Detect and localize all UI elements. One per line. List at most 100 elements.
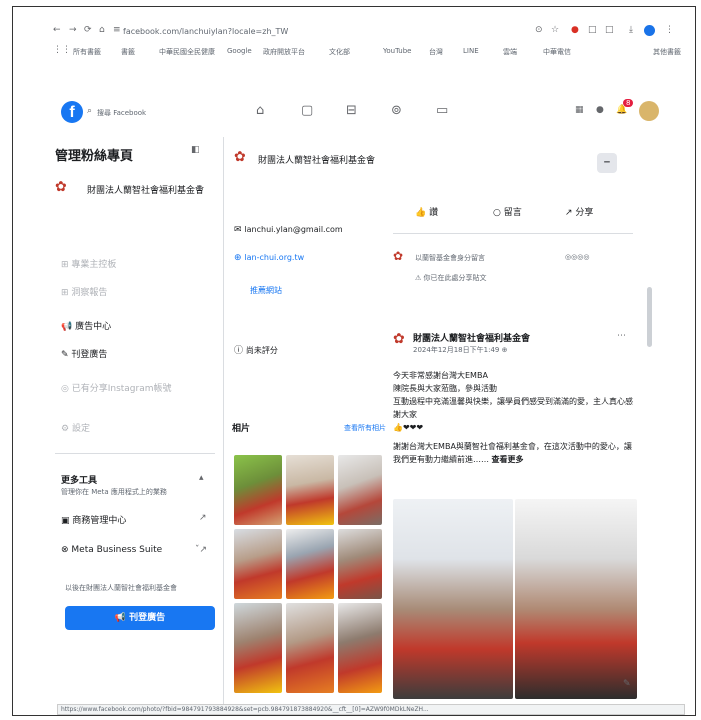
- tool-business-manager[interactable]: ▣ 商務管理中心: [61, 513, 126, 526]
- photo-thumbnail[interactable]: [286, 455, 334, 525]
- bookmark-item[interactable]: 雲端: [503, 47, 517, 57]
- bookmark-item[interactable]: 中華民國全民健康: [159, 47, 215, 57]
- photo-thumbnail[interactable]: [234, 529, 282, 599]
- chevron-up-icon[interactable]: ▴: [199, 473, 204, 483]
- profile-avatar-icon[interactable]: [644, 25, 655, 36]
- instagram-icon: ◎: [61, 384, 72, 394]
- comment-tools-icon[interactable]: ◎◎◎◎: [565, 253, 589, 261]
- external-link-icon[interactable]: ˇ↗: [195, 545, 207, 555]
- home-nav-icon[interactable]: ⌂: [256, 103, 264, 118]
- post-actions-bar: 👍 讚 ○ 留言 ↗ 分享: [385, 197, 643, 227]
- messenger-icon[interactable]: ●: [596, 105, 604, 115]
- divider: [393, 233, 633, 234]
- bookmark-item[interactable]: 政府開放平台: [263, 47, 305, 57]
- home-icon[interactable]: ⌂: [99, 25, 105, 35]
- notification-count-badge: 8: [623, 99, 634, 107]
- bookmark-item[interactable]: LINE: [463, 47, 479, 55]
- menu-grid-icon[interactable]: ▦: [575, 105, 584, 115]
- collapse-sidebar-icon[interactable]: ◧: [191, 145, 200, 155]
- bookmark-item[interactable]: 其他書籤: [653, 47, 681, 57]
- create-ad-button[interactable]: 📢 刊登廣告: [65, 606, 215, 630]
- comment-input[interactable]: 以蘭智基金會身分留言: [415, 253, 485, 263]
- edit-ad-icon: ✎: [61, 350, 72, 360]
- back-icon[interactable]: ←: [53, 25, 61, 35]
- comment-box: ✿ 以蘭智基金會身分留言 ◎◎◎◎ ⚠ 你已在此處分享貼文: [385, 243, 643, 293]
- tab-search-icon[interactable]: □: [605, 25, 614, 35]
- tool-meta-business-suite[interactable]: ⊗ Meta Business Suite: [61, 545, 162, 555]
- address-bar[interactable]: facebook.com/lanchuiylan?locale=zh_TW: [123, 27, 288, 36]
- see-all-photos-link[interactable]: 查看所有相片: [344, 423, 386, 433]
- bookmark-item[interactable]: Google: [227, 47, 252, 55]
- like-button[interactable]: 👍 讚: [415, 205, 438, 218]
- more-tools-subtitle: 管理你在 Meta 應用程式上的業務: [61, 488, 167, 496]
- marketplace-nav-icon[interactable]: ⊟: [346, 103, 357, 118]
- post-card: ✿ 財團法人蘭智社會福利基金會 2024年12月18日下午1:49 ⊕ ⋯ 今天…: [385, 319, 643, 715]
- extension-icon[interactable]: ●: [571, 25, 579, 35]
- comment-note: ⚠ 你已在此處分享貼文: [415, 274, 487, 282]
- mail-icon: ✉: [234, 225, 245, 235]
- sidebar-item-insights[interactable]: ⊞ 洞察報告: [61, 285, 107, 298]
- photos-title: 相片: [232, 424, 251, 434]
- scrollbar[interactable]: [647, 287, 652, 347]
- bookmark-item[interactable]: 文化部: [329, 47, 350, 57]
- photo-thumbnail[interactable]: [338, 455, 382, 525]
- sidebar-item-settings[interactable]: ⚙ 設定: [61, 421, 90, 434]
- comment-button[interactable]: ○ 留言: [493, 205, 522, 218]
- sidebar-item-create-ad[interactable]: ✎ 刊登廣告: [61, 347, 107, 360]
- page-switcher[interactable]: 財團法人蘭智社會福利基金會: [87, 183, 204, 196]
- post-author[interactable]: 財團法人蘭智社會福利基金會: [413, 331, 530, 344]
- translate-icon[interactable]: ⊙: [535, 25, 543, 35]
- sidebar-item-ad-center[interactable]: 📢 廣告中心: [61, 319, 111, 332]
- photo-thumbnail[interactable]: [286, 529, 334, 599]
- account-avatar[interactable]: [639, 101, 659, 121]
- extensions-puzzle-icon[interactable]: □: [588, 25, 597, 35]
- post-photo-main[interactable]: [393, 499, 513, 699]
- photos-card: 相片 查看所有相片: [224, 415, 386, 715]
- photo-thumbnail[interactable]: [234, 455, 282, 525]
- sidebar-item-instagram[interactable]: ◎ 已有分享Instagram帳號: [61, 381, 172, 394]
- megaphone-icon: 📢: [61, 322, 76, 332]
- gear-icon: ⚙: [61, 424, 72, 434]
- post-line: 👍❤❤❤: [393, 423, 424, 432]
- post-menu-icon[interactable]: ⋯: [617, 331, 626, 341]
- facebook-logo-icon[interactable]: f: [61, 101, 83, 123]
- bookmark-star-icon[interactable]: ☆: [551, 25, 559, 35]
- sidebar-item-dashboard[interactable]: ⊞ 專業主控板: [61, 257, 116, 270]
- photo-thumbnail[interactable]: [286, 603, 334, 693]
- download-icon[interactable]: ⤓: [629, 25, 633, 35]
- bookmark-item[interactable]: 中華電信: [543, 47, 571, 57]
- site-info-icon[interactable]: ≡: [113, 25, 121, 35]
- browser-menu-icon[interactable]: ⋮: [665, 25, 674, 35]
- edit-website-link[interactable]: 推薦網站: [250, 285, 282, 296]
- bookmark-item[interactable]: 書籤: [121, 47, 135, 57]
- post-photo-secondary[interactable]: [515, 499, 637, 699]
- bookmarks-bar: ⋮⋮ 所有書籤 書籤 中華民國全民健康 Google 政府開放平台 文化部 Yo…: [53, 45, 693, 59]
- post-time[interactable]: 2024年12月18日下午1:49 ⊕: [413, 345, 507, 355]
- edit-icon[interactable]: ✎: [623, 679, 631, 689]
- sidebar-title: 管理粉絲專頁: [55, 149, 134, 164]
- apps-grid-icon[interactable]: ⋮⋮: [53, 45, 71, 55]
- photo-thumbnail[interactable]: [338, 529, 382, 599]
- insights-icon: ⊞: [61, 288, 72, 298]
- bookmark-item[interactable]: 台灣: [429, 47, 443, 57]
- status-bar: https://www.facebook.com/photo/?fbid=984…: [57, 704, 685, 715]
- bookmark-item[interactable]: 所有書籤: [73, 47, 101, 57]
- photo-thumbnail[interactable]: [338, 603, 382, 693]
- video-nav-icon[interactable]: ▢: [301, 103, 313, 118]
- bookmark-item[interactable]: YouTube: [383, 47, 411, 55]
- browser-toolbar: ← → ⟳ ⌂ ≡ facebook.com/lanchuiylan?local…: [13, 7, 695, 63]
- forward-icon[interactable]: →: [69, 25, 77, 35]
- see-more-link[interactable]: 查看更多: [492, 455, 524, 464]
- thumbs-up-icon: 👍: [415, 208, 430, 218]
- reload-icon[interactable]: ⟳: [84, 25, 92, 35]
- search-input[interactable]: 搜尋 Facebook: [97, 108, 146, 118]
- post-text: 今天非常感謝台灣大EMBA 陳院長與大家蒞臨，參與活動 互動過程中充滿溫馨與快樂…: [393, 369, 633, 466]
- share-button[interactable]: ↗ 分享: [565, 205, 593, 218]
- external-link-icon[interactable]: ↗: [199, 513, 207, 523]
- website-link[interactable]: ⊕ lan-chui.org.tw: [234, 253, 304, 263]
- more-options-button[interactable]: ━: [597, 153, 617, 173]
- chevron-down-icon[interactable]: ▾: [197, 183, 202, 193]
- photo-thumbnail[interactable]: [234, 603, 282, 693]
- gaming-nav-icon[interactable]: ▭: [436, 103, 448, 118]
- groups-nav-icon[interactable]: ⊚: [391, 103, 402, 118]
